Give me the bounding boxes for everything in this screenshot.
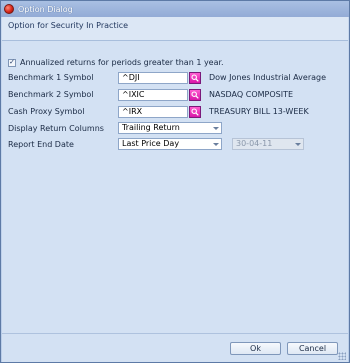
benchmark1-label: Benchmark 1 Symbol	[8, 73, 94, 82]
cash-proxy-input[interactable]: ^IRX	[118, 106, 188, 118]
option-dialog-window: Option Dialog Option for Security In Pra…	[0, 0, 350, 363]
report-date-value: 30-04-11	[236, 139, 273, 148]
search-icon	[191, 91, 199, 99]
display-columns-dropdown[interactable]: Trailing Return	[118, 122, 222, 134]
options-panel: ✓ Annualized returns for periods greater…	[2, 41, 348, 333]
dialog-footer: Ok Cancel	[2, 333, 348, 362]
benchmark2-lookup-button[interactable]	[189, 89, 201, 101]
header-text: Option for Security In Practice	[8, 21, 129, 30]
window-title: Option Dialog	[18, 4, 73, 14]
title-bar[interactable]: Option Dialog	[1, 1, 349, 17]
report-end-date-dropdown[interactable]: Last Price Day	[118, 138, 222, 150]
search-icon	[191, 74, 199, 82]
search-icon	[191, 108, 199, 116]
header-panel: Option for Security In Practice	[2, 17, 348, 41]
benchmark1-input[interactable]: ^DJI	[118, 72, 188, 84]
report-end-date-value: Last Price Day	[122, 139, 180, 148]
benchmark2-input[interactable]: ^IXIC	[118, 89, 188, 101]
chevron-down-icon	[211, 140, 220, 148]
display-columns-label: Display Return Columns	[8, 124, 104, 133]
ok-button[interactable]: Ok	[230, 342, 281, 355]
benchmark2-label: Benchmark 2 Symbol	[8, 90, 94, 99]
report-end-date-label: Report End Date	[8, 140, 74, 149]
chevron-down-icon	[211, 124, 220, 132]
app-logo-icon	[4, 4, 14, 14]
resize-grip-icon[interactable]	[338, 352, 346, 360]
benchmark1-lookup-button[interactable]	[189, 72, 201, 84]
annualized-row: ✓ Annualized returns for periods greater…	[8, 58, 224, 67]
cash-proxy-description: TREASURY BILL 13-WEEK	[209, 107, 309, 116]
display-columns-value: Trailing Return	[122, 123, 180, 132]
cancel-button[interactable]: Cancel	[287, 342, 338, 355]
report-date-picker: 30-04-11	[232, 138, 304, 150]
cash-proxy-label: Cash Proxy Symbol	[8, 107, 85, 116]
benchmark1-description: Dow Jones Industrial Average	[209, 73, 327, 82]
annualized-checkbox[interactable]: ✓	[8, 58, 16, 67]
chevron-down-icon	[293, 140, 302, 148]
annualized-label: Annualized returns for periods greater t…	[20, 58, 224, 67]
benchmark2-description: NASDAQ COMPOSITE	[209, 90, 294, 99]
cash-proxy-lookup-button[interactable]	[189, 106, 201, 118]
